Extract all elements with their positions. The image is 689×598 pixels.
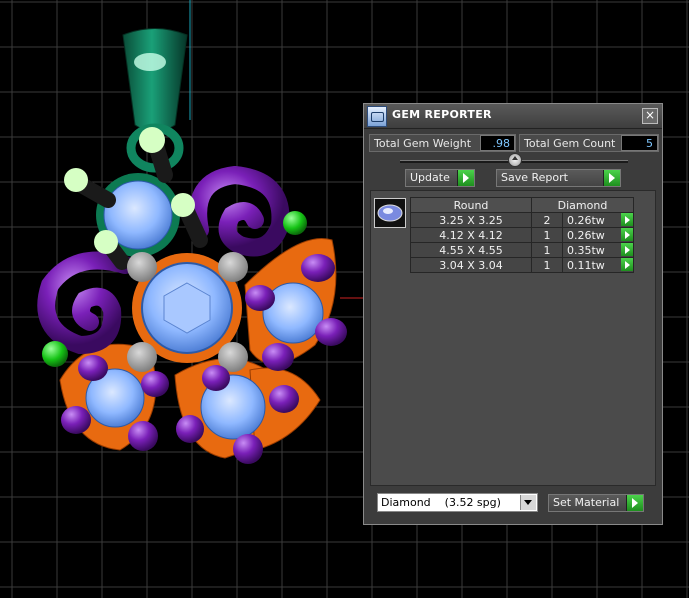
round-gem-icon bbox=[377, 204, 403, 222]
play-arrow-icon bbox=[626, 495, 643, 511]
gem-size: 4.55 X 4.55 bbox=[410, 242, 532, 258]
gem-weight: 0.26tw bbox=[567, 213, 605, 227]
material-select[interactable]: Diamond (3.52 spg) bbox=[377, 493, 538, 512]
play-arrow-icon bbox=[457, 170, 474, 186]
gem-reporter-app-icon bbox=[367, 106, 387, 127]
total-gem-weight-field: Total Gem Weight .98 bbox=[369, 134, 516, 152]
total-gem-count-value: 5 bbox=[621, 135, 658, 151]
gem-count: 1 bbox=[531, 227, 563, 243]
gem-weight-cell: 0.35tw bbox=[562, 242, 634, 258]
title-bar[interactable]: GEM REPORTER × bbox=[364, 104, 662, 129]
gem-weight: 0.26tw bbox=[567, 228, 605, 242]
gem-weight: 0.11tw bbox=[567, 258, 605, 272]
play-arrow-icon[interactable] bbox=[621, 228, 633, 241]
set-material-label: Set Material bbox=[553, 496, 620, 509]
save-report-button[interactable]: Save Report bbox=[496, 169, 621, 187]
save-report-label: Save Report bbox=[501, 171, 568, 184]
table-row[interactable]: 3.04 X 3.04 1 0.11tw bbox=[410, 257, 634, 273]
gem-reporter-panel: GEM REPORTER × Total Gem Weight .98 Tota… bbox=[363, 103, 663, 525]
chevron-down-icon[interactable] bbox=[520, 495, 536, 510]
column-header-shape: Round bbox=[410, 197, 532, 213]
gem-size: 3.25 X 3.25 bbox=[410, 212, 532, 228]
play-arrow-icon[interactable] bbox=[621, 258, 633, 271]
gem-size: 4.12 X 4.12 bbox=[410, 227, 532, 243]
material-select-value: Diamond (3.52 spg) bbox=[381, 496, 501, 509]
total-gem-weight-label: Total Gem Weight bbox=[374, 137, 472, 150]
play-arrow-icon bbox=[603, 170, 620, 186]
gem-count: 1 bbox=[531, 242, 563, 258]
set-material-button[interactable]: Set Material bbox=[548, 494, 644, 512]
bail bbox=[122, 28, 188, 132]
table-row[interactable]: 3.25 X 3.25 2 0.26tw bbox=[410, 212, 634, 228]
gem-weight-cell: 0.26tw bbox=[562, 212, 634, 228]
column-header-material: Diamond bbox=[531, 197, 634, 213]
update-button[interactable]: Update bbox=[405, 169, 475, 187]
play-arrow-icon[interactable] bbox=[621, 213, 633, 226]
slider-knob-icon[interactable] bbox=[508, 153, 522, 167]
gem-size: 3.04 X 3.04 bbox=[410, 257, 532, 273]
play-arrow-icon[interactable] bbox=[621, 243, 633, 256]
gem-weight: 0.35tw bbox=[567, 243, 605, 257]
gem-table: Round Diamond 3.25 X 3.25 2 0.26tw 4.12 … bbox=[410, 197, 634, 273]
close-icon[interactable]: × bbox=[642, 108, 658, 124]
green-ball-right bbox=[283, 211, 307, 235]
purple-spiral-left bbox=[37, 251, 134, 355]
table-row[interactable]: 4.55 X 4.55 1 0.35tw bbox=[410, 242, 634, 258]
table-row[interactable]: 4.12 X 4.12 1 0.26tw bbox=[410, 227, 634, 243]
round-gem-thumbnail[interactable] bbox=[374, 198, 406, 228]
purple-spiral-top bbox=[189, 165, 290, 257]
gem-count: 2 bbox=[531, 212, 563, 228]
total-gem-weight-value: .98 bbox=[480, 135, 515, 151]
gem-weight-cell: 0.26tw bbox=[562, 227, 634, 243]
green-ball-left bbox=[42, 341, 68, 367]
panel-title: GEM REPORTER bbox=[392, 108, 492, 121]
gem-count: 1 bbox=[531, 257, 563, 273]
gem-report-area: Round Diamond 3.25 X 3.25 2 0.26tw 4.12 … bbox=[370, 190, 656, 486]
total-gem-count-label: Total Gem Count bbox=[524, 137, 616, 150]
update-label: Update bbox=[410, 171, 450, 184]
bail-highlight bbox=[134, 53, 166, 71]
total-gem-count-field: Total Gem Count 5 bbox=[519, 134, 659, 152]
gem-weight-cell: 0.11tw bbox=[562, 257, 634, 273]
